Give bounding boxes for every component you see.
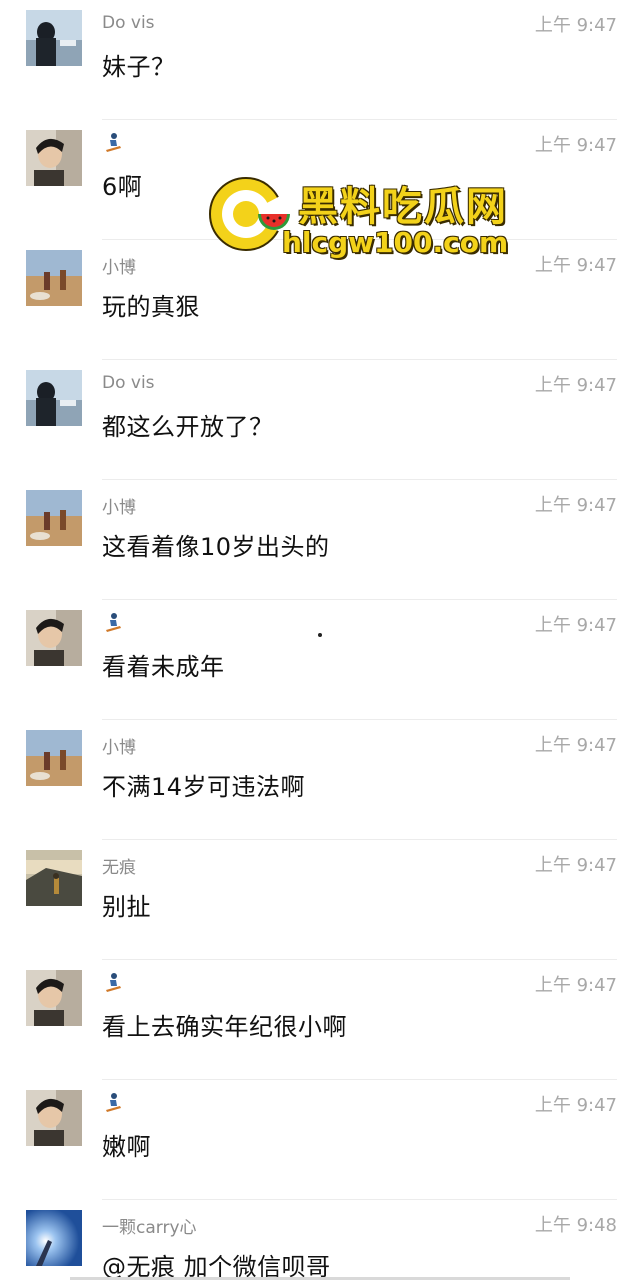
avatar[interactable] — [26, 850, 82, 906]
sender-name: 无痕 — [102, 858, 136, 878]
snowboarder-icon — [106, 1093, 121, 1112]
chat-message-list[interactable]: Do vis 上午 9:47 妹子？ 上午 9:47 6啊 小博 上午 9:47… — [0, 0, 641, 1280]
avatar[interactable] — [26, 490, 82, 546]
message-time: 上午 9:47 — [534, 1095, 617, 1116]
message-text: 嫩啊 — [102, 1133, 151, 1161]
message-time: 上午 9:47 — [534, 255, 617, 276]
message-text: 别扯 — [102, 893, 151, 921]
chat-message[interactable]: 上午 9:47 6啊 — [0, 120, 641, 240]
chat-message[interactable]: 无痕 上午 9:47 别扯 — [0, 840, 641, 960]
message-text: 看着未成年 — [102, 653, 225, 681]
avatar[interactable] — [26, 730, 82, 786]
sender-name: 小博 — [102, 738, 136, 758]
message-text: 玩的真狠 — [102, 293, 200, 321]
rock-statue-avatar-icon — [26, 10, 82, 66]
message-text: 妹子？ — [102, 53, 176, 81]
message-text: 看上去确实年纪很小啊 — [102, 1013, 347, 1041]
chat-message[interactable]: 一颗carry心 上午 9:48 @无痕 加个微信呗哥 — [0, 1200, 641, 1280]
sender-name: 小博 — [102, 498, 136, 518]
snowboarder-icon — [106, 613, 121, 632]
avatar[interactable] — [26, 1210, 82, 1266]
message-time: 上午 9:47 — [534, 615, 617, 636]
avatar[interactable] — [26, 1090, 82, 1146]
message-time: 上午 9:47 — [534, 375, 617, 396]
boy-portrait-avatar-icon — [26, 970, 82, 1026]
hiker-landscape-avatar-icon — [26, 850, 82, 906]
chat-message[interactable]: Do vis 上午 9:47 妹子？ — [0, 0, 641, 120]
message-time: 上午 9:47 — [534, 975, 617, 996]
chat-message[interactable]: 小博 上午 9:47 玩的真狠 — [0, 240, 641, 360]
message-time: 上午 9:47 — [534, 135, 617, 156]
message-text: 这看着像10岁出头的 — [102, 533, 330, 561]
boy-portrait-avatar-icon — [26, 610, 82, 666]
chat-message[interactable]: Do vis 上午 9:47 都这么开放了？ — [0, 360, 641, 480]
field-people-avatar-icon — [26, 250, 82, 306]
snowboarder-icon — [106, 973, 121, 992]
message-time: 上午 9:47 — [534, 495, 617, 516]
rock-statue-avatar-icon — [26, 370, 82, 426]
avatar[interactable] — [26, 10, 82, 66]
boy-portrait-avatar-icon — [26, 1090, 82, 1146]
avatar[interactable] — [26, 610, 82, 666]
field-people-avatar-icon — [26, 490, 82, 546]
chat-message[interactable]: 上午 9:47 看上去确实年纪很小啊 — [0, 960, 641, 1080]
avatar[interactable] — [26, 130, 82, 186]
message-time: 上午 9:47 — [534, 855, 617, 876]
avatar[interactable] — [26, 970, 82, 1026]
chat-message[interactable]: 小博 上午 9:47 不满14岁可违法啊 — [0, 720, 641, 840]
stray-dot — [318, 633, 322, 637]
snowboarder-icon — [106, 133, 121, 152]
sunburst-sky-avatar-icon — [26, 1210, 82, 1266]
sender-name: 一颗carry心 — [102, 1218, 197, 1238]
message-time: 上午 9:48 — [534, 1215, 617, 1236]
chat-message[interactable]: 上午 9:47 嫩啊 — [0, 1080, 641, 1200]
avatar[interactable] — [26, 250, 82, 306]
boy-portrait-avatar-icon — [26, 130, 82, 186]
sender-name: Do vis — [102, 373, 155, 393]
message-text: 6啊 — [102, 173, 143, 201]
message-time: 上午 9:47 — [534, 15, 617, 36]
chat-message[interactable]: 上午 9:47 看着未成年 — [0, 600, 641, 720]
sender-name: Do vis — [102, 13, 155, 33]
chat-message[interactable]: 小博 上午 9:47 这看着像10岁出头的 — [0, 480, 641, 600]
message-time: 上午 9:47 — [534, 735, 617, 756]
message-text: 都这么开放了？ — [102, 413, 274, 441]
message-text: @无痕 加个微信呗哥 — [102, 1253, 331, 1280]
avatar[interactable] — [26, 370, 82, 426]
message-text: 不满14岁可违法啊 — [102, 773, 306, 801]
field-people-avatar-icon — [26, 730, 82, 786]
sender-name: 小博 — [102, 258, 136, 278]
